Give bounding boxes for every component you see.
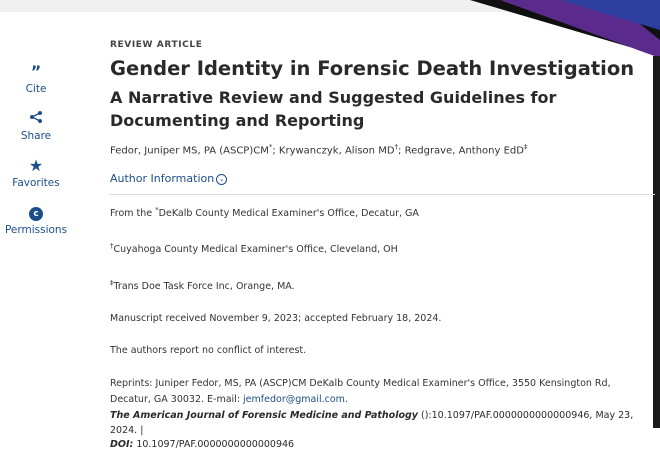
reprints-email-link[interactable]: jemfedor@gmail.com — [243, 394, 345, 405]
copyright-icon-wrap: c — [0, 203, 72, 223]
article-header: REVIEW ARTICLE Gender Identity in Forens… — [110, 40, 655, 452]
author-redgrave[interactable]: Redgrave, Anthony EdD — [405, 145, 524, 156]
author-redgrave-sup: ‡ — [523, 143, 528, 151]
reprints-end: . — [344, 393, 348, 405]
share-button[interactable]: Share — [0, 109, 72, 143]
author-krywanczyk[interactable]: Krywanczyk, Alison MD — [279, 145, 395, 156]
author-information-label: Author Information — [110, 172, 215, 186]
share-icon — [0, 109, 72, 129]
journal-name: The American Journal of Forensic Medicin… — [110, 409, 418, 421]
affiliation: ‡Trans Doe Task Force Inc, Orange, MA. — [110, 276, 650, 294]
affiliation-prefix: From the — [110, 208, 156, 220]
cite-label: Cite — [25, 83, 47, 95]
affiliation-text: DeKalb County Medical Examiner's Office,… — [158, 208, 419, 220]
reprints-text: Reprints: Juniper Fedor, MS, PA (ASCP)CM… — [110, 377, 611, 405]
article-tools-sidebar: ” Cite Share ★ Favorites c Permissions — [0, 62, 72, 250]
cite-button[interactable]: ” Cite — [0, 62, 72, 96]
author-fedor[interactable]: Fedor, Juniper MS, PA (ASCP)CM — [110, 145, 269, 156]
doi-line: DOI: 10.1097/PAF.0000000000000946 — [110, 438, 650, 452]
doi-value[interactable]: 10.1097/PAF.0000000000000946 — [133, 439, 294, 450]
right-edge-bar — [653, 56, 660, 428]
permissions-button[interactable]: c Permissions — [0, 203, 72, 237]
star-icon: ★ — [28, 156, 44, 175]
affiliation: †Cuyahoga County Medical Examiner's Offi… — [110, 239, 650, 257]
favorites-label: Favorites — [12, 177, 60, 189]
favorites-button[interactable]: ★ Favorites — [0, 156, 72, 190]
article-type: REVIEW ARTICLE — [110, 40, 203, 50]
reprints-info: Reprints: Juniper Fedor, MS, PA (ASCP)CM… — [110, 376, 640, 408]
article-subtitle: A Narrative Review and Suggested Guideli… — [110, 88, 557, 130]
affiliation-text: Trans Doe Task Force Inc, Orange, MA. — [113, 280, 295, 292]
affiliation-text: Cuyahoga County Medical Examiner's Offic… — [113, 244, 398, 256]
affiliation: From the *DeKalb County Medical Examiner… — [110, 203, 650, 221]
divider — [110, 194, 655, 196]
chevron-down-icon: ⌄ — [216, 173, 228, 185]
share-label: Share — [20, 130, 52, 142]
article-title: Gender Identity in Forensic Death Invest… — [110, 57, 635, 80]
doi-label: DOI: — [110, 438, 134, 450]
permissions-label: Permissions — [4, 224, 68, 236]
quote-icon: ” — [30, 62, 42, 81]
journal-citation: The American Journal of Forensic Medicin… — [110, 408, 650, 438]
copyright-icon: c — [29, 206, 43, 221]
author-list: Fedor, Juniper MS, PA (ASCP)CM*; Krywanc… — [110, 140, 650, 158]
author-information-toggle[interactable]: Author Information ⌄ — [110, 172, 228, 186]
conflict-statement: The authors report no conflict of intere… — [110, 344, 307, 356]
manuscript-dates: Manuscript received November 9, 2023; ac… — [110, 312, 442, 324]
